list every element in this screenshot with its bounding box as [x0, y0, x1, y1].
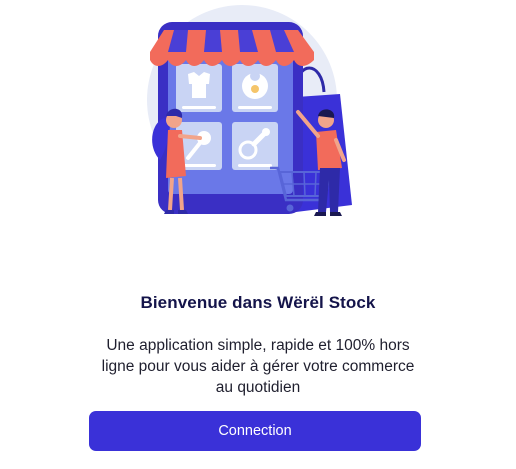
- welcome-subtitle: Une application simple, rapide et 100% h…: [101, 337, 415, 396]
- online-shop-illustration: [147, 5, 352, 216]
- welcome-title: Bienvenue dans Wërël Stock: [140, 293, 376, 312]
- connection-button[interactable]: Connection: [89, 411, 421, 451]
- welcome-screen: Bienvenue dans Wërël Stock Une applicati…: [0, 0, 516, 469]
- awning-icon: [150, 30, 314, 66]
